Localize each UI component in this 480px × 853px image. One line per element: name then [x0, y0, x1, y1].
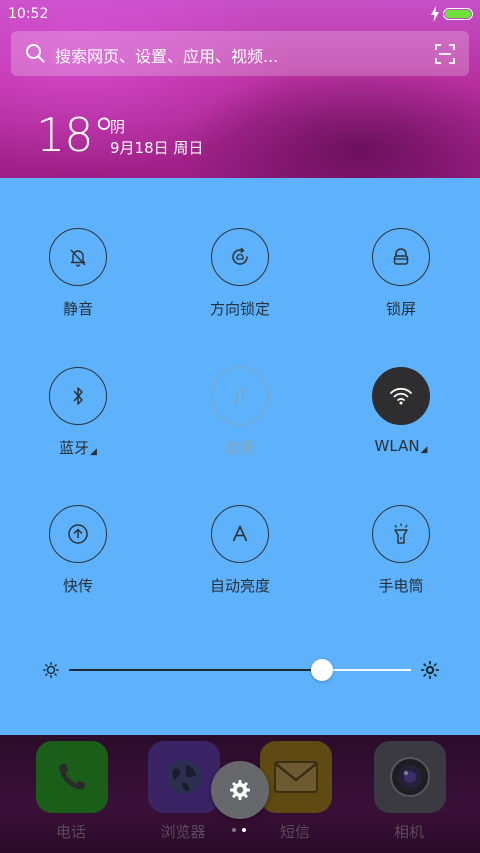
toggle-flashlight-label: 手电筒 [378, 577, 424, 595]
toggle-flashlight[interactable]: 手电筒 [331, 505, 471, 605]
toggle-auto-brightness-label: 自动亮度 [209, 577, 270, 595]
charging-icon [431, 6, 439, 22]
search-icon [26, 44, 45, 63]
toggle-flashlight-button[interactable] [372, 505, 430, 563]
brightness-slider-fill [69, 669, 322, 671]
scan-icon[interactable] [435, 44, 455, 64]
toggle-quick-transfer-button[interactable] [49, 505, 107, 563]
browser-globe-icon [148, 741, 220, 813]
dock-app-browser-label: 浏览器 [160, 823, 206, 841]
phone-icon [36, 741, 108, 813]
flashlight-icon [394, 523, 408, 544]
toggle-lock-screen-label: 锁屏 [385, 300, 416, 318]
brightness-slider-thumb[interactable] [311, 659, 333, 681]
toggle-lock-screen-button[interactable] [372, 228, 430, 286]
bell-mute-icon [70, 249, 86, 267]
page-dot-active [242, 828, 246, 832]
toggle-mobile-data-label: 数据 [224, 439, 255, 457]
toggle-quick-transfer[interactable]: 快传 [8, 505, 148, 605]
camera-icon [374, 741, 446, 813]
toggle-rotation-lock-label: 方向锁定 [209, 300, 270, 318]
toggle-wlan[interactable]: WLAN◢ [331, 367, 471, 467]
toggle-mute-button[interactable] [49, 228, 107, 286]
toggle-rotation-lock[interactable]: 方向锁定 [170, 228, 310, 328]
search-placeholder: 搜索网页、设置、应用、视频... [55, 47, 279, 66]
page-indicator [232, 828, 252, 834]
wlan-label-text: WLAN [374, 437, 420, 455]
toggle-bluetooth-button[interactable] [49, 367, 107, 425]
toggle-auto-brightness-button[interactable] [211, 505, 269, 563]
toggle-bluetooth-label: 蓝牙◢ [8, 437, 148, 458]
bluetooth-label-text: 蓝牙 [59, 439, 90, 457]
toggle-mobile-data[interactable]: 数据 [170, 367, 310, 467]
weather-date: 9月18日 周日 [110, 139, 204, 157]
dock-app-camera[interactable]: 相机 [359, 735, 459, 845]
gear-icon [230, 780, 250, 800]
quick-settings-panel: 静音 方向锁定 锁屏 蓝牙◢ 数据 WLAN◢ 快传 自动亮度 手电筒 [0, 178, 480, 735]
toggle-auto-brightness[interactable]: 自动亮度 [170, 505, 310, 605]
toggle-mute[interactable]: 静音 [8, 228, 148, 328]
dock-app-phone[interactable]: 电话 [21, 735, 121, 845]
mobile-data-icon [233, 388, 247, 404]
toggle-rotation-lock-button[interactable] [211, 228, 269, 286]
settings-button[interactable] [211, 761, 269, 819]
brightness-control [0, 656, 480, 686]
bluetooth-icon [73, 387, 83, 405]
dock-app-phone-label: 电话 [55, 823, 86, 841]
toggle-wlan-label: WLAN◢ [331, 437, 471, 455]
page-dot [232, 828, 236, 832]
dock-app-messages-label: 短信 [279, 823, 310, 841]
weather-condition: 阴 [110, 118, 126, 136]
toggle-mute-label: 静音 [62, 300, 93, 318]
brightness-high-icon [421, 661, 439, 679]
toggle-lock-screen[interactable]: 锁屏 [331, 228, 471, 328]
dock-app-camera-label: 相机 [393, 823, 424, 841]
status-time: 10:52 [8, 6, 49, 22]
weather-temperature: 18° [36, 108, 116, 162]
lock-icon [393, 248, 409, 265]
toggle-mobile-data-button[interactable] [211, 367, 269, 425]
message-envelope-icon [260, 741, 332, 813]
brightness-low-icon [43, 662, 59, 678]
toggle-quick-transfer-label: 快传 [62, 577, 93, 595]
quick-transfer-icon [68, 524, 88, 544]
toggle-bluetooth[interactable]: 蓝牙◢ [8, 367, 148, 467]
menu-indicator-icon: ◢ [90, 447, 97, 457]
brightness-slider[interactable] [69, 659, 411, 681]
battery-icon [443, 8, 473, 20]
menu-indicator-icon: ◢ [420, 445, 428, 455]
status-bar: 10:52 [0, 0, 480, 28]
wifi-icon [390, 387, 412, 405]
wallpaper-header: 10:52 搜索网页、设置、应用、视频... 18° 阴 9月18日 周日 [0, 0, 480, 178]
auto-brightness-icon [232, 525, 248, 542]
search-bar[interactable]: 搜索网页、设置、应用、视频... [11, 31, 469, 76]
rotation-lock-icon [232, 247, 248, 265]
toggle-wlan-button[interactable] [372, 367, 430, 425]
